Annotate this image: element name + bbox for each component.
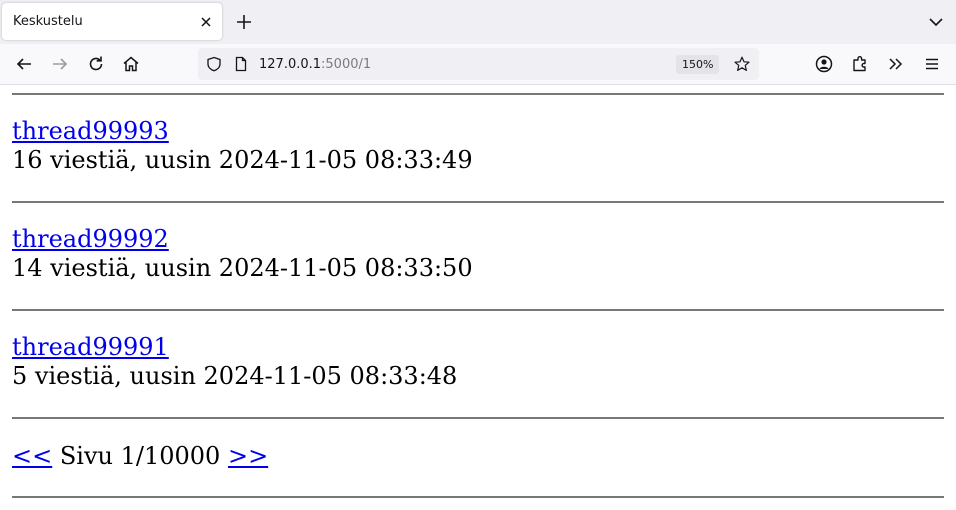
page-icon[interactable]: [233, 56, 249, 72]
extensions-icon[interactable]: [850, 54, 870, 74]
shield-icon[interactable]: [206, 56, 222, 72]
url-path: :5000/1: [321, 57, 372, 72]
url-host: 127.0.0.1: [259, 57, 322, 72]
reload-icon[interactable]: [86, 54, 106, 74]
browser-tab[interactable]: Keskustelu: [2, 3, 222, 40]
account-icon[interactable]: [814, 54, 834, 74]
page-content: thread99993 16 viestiä, uusin 2024-11-05…: [0, 86, 956, 510]
divider: [12, 93, 944, 95]
divider: [12, 496, 944, 498]
zoom-level-button[interactable]: 150%: [676, 55, 720, 74]
pagination: << Sivu 1/10000 >>: [12, 442, 268, 470]
thread-meta: 16 viestiä, uusin 2024-11-05 08:33:49: [12, 146, 473, 174]
divider: [12, 309, 944, 311]
page-indicator: Sivu 1/10000: [59, 442, 221, 470]
thread-meta: 14 viestiä, uusin 2024-11-05 08:33:50: [12, 254, 473, 282]
tab-strip: Keskustelu: [0, 0, 956, 44]
url-text[interactable]: 127.0.0.1:5000/1: [259, 57, 371, 72]
new-tab-icon[interactable]: [234, 12, 254, 32]
bookmark-star-icon[interactable]: [734, 56, 750, 72]
menu-icon[interactable]: [922, 54, 942, 74]
divider: [12, 201, 944, 203]
back-arrow-icon[interactable]: [14, 54, 34, 74]
thread-link[interactable]: thread99991: [12, 333, 169, 361]
prev-page-link[interactable]: <<: [12, 442, 52, 470]
forward-arrow-icon[interactable]: [50, 54, 70, 74]
tab-title: Keskustelu: [13, 14, 83, 29]
address-bar[interactable]: 127.0.0.1:5000/1 150%: [198, 48, 759, 80]
overflow-chevrons-icon[interactable]: [886, 54, 906, 74]
next-page-link[interactable]: >>: [228, 442, 268, 470]
home-icon[interactable]: [121, 54, 141, 74]
close-tab-icon[interactable]: [197, 13, 215, 31]
thread-meta: 5 viestiä, uusin 2024-11-05 08:33:48: [12, 362, 458, 390]
thread-link[interactable]: thread99992: [12, 225, 169, 253]
chevron-down-icon[interactable]: [926, 12, 946, 32]
nav-bar: 127.0.0.1:5000/1 150%: [0, 44, 956, 85]
thread-link[interactable]: thread99993: [12, 117, 169, 145]
divider: [12, 417, 944, 419]
